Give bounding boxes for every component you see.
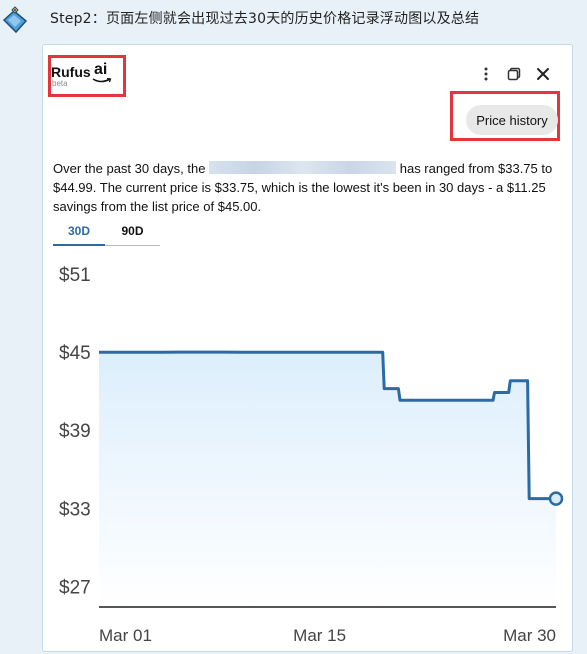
- y-tick-label: $33: [59, 499, 91, 520]
- y-tick-label: $27: [59, 577, 91, 598]
- price-area-fill: [99, 352, 556, 607]
- y-tick-label: $39: [59, 421, 91, 442]
- x-tick-label: Mar 15: [293, 626, 346, 645]
- price-history-chart: $51 $45 $39 $33 $27 Mar 01 Mar 15 Mar 30: [59, 265, 564, 645]
- rufus-logo-ai: ai: [94, 61, 108, 78]
- y-tick-label: $45: [59, 343, 91, 364]
- x-tick-label: Mar 01: [99, 626, 152, 645]
- more-vertical-icon[interactable]: [481, 66, 491, 87]
- summary-text-start: Over the past 30 days, the: [53, 161, 206, 176]
- x-tick-label: Mar 30: [503, 626, 556, 645]
- beta-label: beta: [52, 79, 68, 88]
- tab-30d[interactable]: 30D: [53, 217, 105, 245]
- tab-90d[interactable]: 90D: [105, 217, 160, 245]
- price-summary: Over the past 30 days, the has ranged fr…: [53, 159, 563, 216]
- pop-out-icon[interactable]: [506, 66, 522, 87]
- amazon-smile-icon: [92, 78, 112, 83]
- price-history-button[interactable]: Price history: [466, 105, 558, 135]
- rufus-logo-name: Rufus: [51, 64, 91, 80]
- close-icon[interactable]: [535, 66, 551, 87]
- redacted-product-name: [209, 161, 397, 174]
- y-tick-label: $51: [59, 265, 91, 286]
- rufus-panel: Rufus ai beta Price history Over the pas…: [42, 44, 573, 652]
- paint-brush-icon: [0, 6, 30, 36]
- current-price-point[interactable]: [548, 491, 564, 506]
- range-tabs: 30D 90D: [53, 217, 160, 247]
- step-description: Step2：页面左侧就会出现过去30天的历史价格记录浮动图以及总结: [50, 11, 480, 27]
